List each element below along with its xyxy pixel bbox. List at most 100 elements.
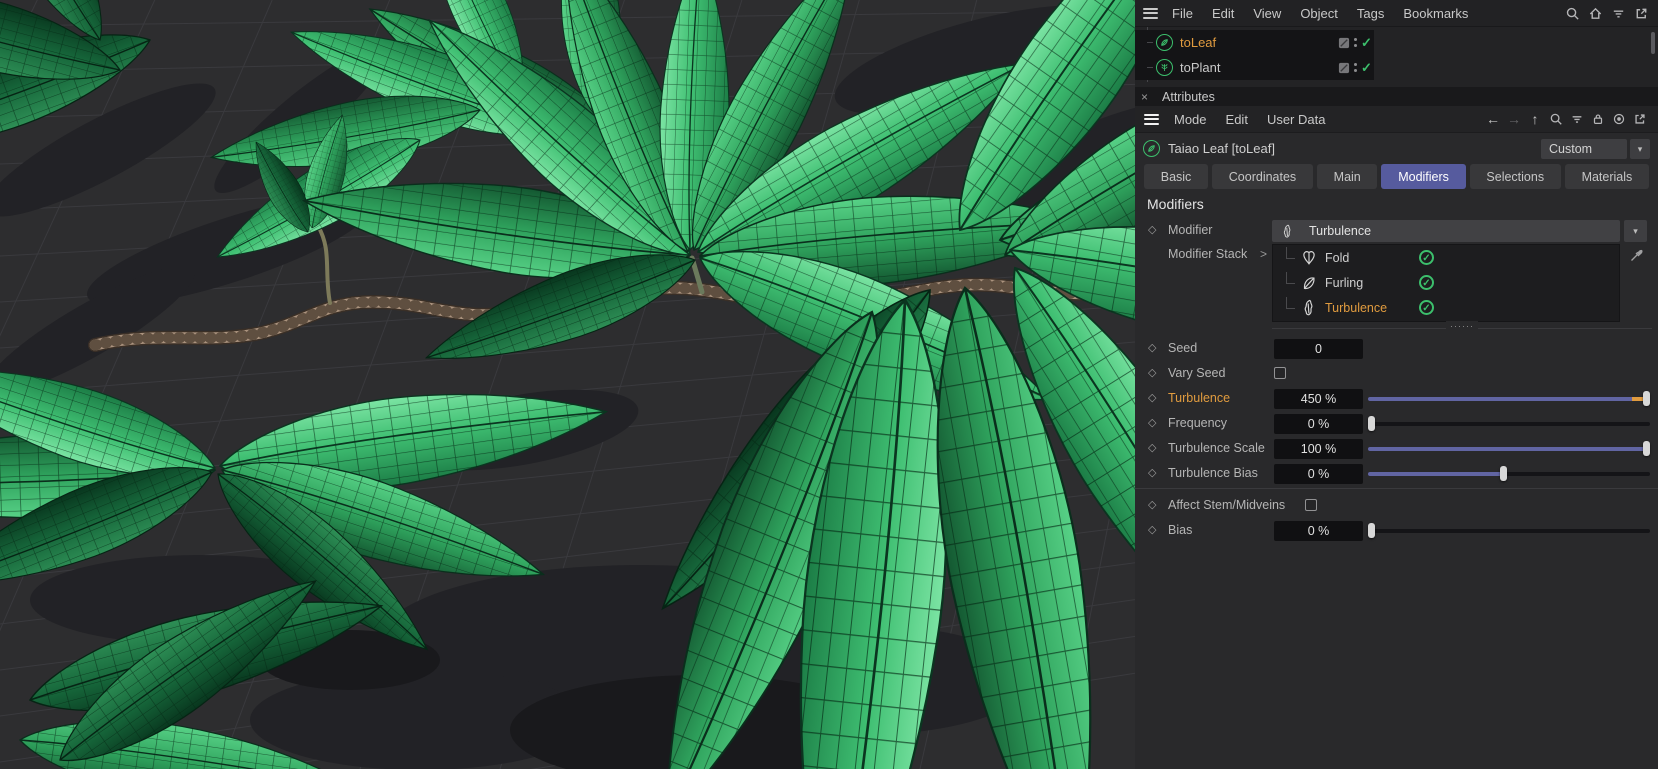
filter-icon[interactable]	[1568, 110, 1586, 128]
slider-knob[interactable]	[1643, 391, 1650, 406]
object-name[interactable]: toLeaf	[1180, 35, 1216, 50]
vary-seed-checkbox[interactable]	[1274, 367, 1286, 379]
param-row-seed: ◇ Seed 0	[1135, 338, 1658, 360]
turbulence-leaf-icon	[1280, 224, 1295, 239]
leaf-object-icon[interactable]	[1156, 34, 1173, 51]
leaf-object-icon	[1143, 140, 1160, 157]
search-icon[interactable]	[1547, 110, 1565, 128]
modifier-stack-row: Modifier Stack > Fold ✓ Furling ✓ Turbul…	[1135, 244, 1658, 324]
menu-edit[interactable]: Edit	[1226, 112, 1248, 127]
tree-branch-line	[1286, 296, 1295, 309]
diamond-icon: ◇	[1148, 392, 1157, 404]
chevron-right-icon[interactable]: >	[1260, 247, 1267, 261]
seed-input[interactable]: 0	[1274, 339, 1363, 359]
fold-leaf-icon	[1300, 249, 1318, 267]
diamond-icon: ◇	[1148, 224, 1157, 236]
menu-view[interactable]: View	[1253, 6, 1281, 21]
turbulence-leaf-icon	[1300, 299, 1318, 317]
bias-input[interactable]: 0 %	[1274, 521, 1363, 541]
home-icon[interactable]	[1586, 4, 1604, 22]
menu-edit[interactable]: Edit	[1212, 6, 1234, 21]
tab-modifiers[interactable]: Modifiers	[1381, 164, 1466, 189]
param-row-bias: ◇ Bias 0 %	[1135, 520, 1658, 542]
stack-item-turbulence[interactable]: Turbulence ✓	[1273, 295, 1619, 320]
hamburger-menu-icon[interactable]	[1144, 113, 1159, 125]
stack-item-name: Furling	[1325, 275, 1364, 290]
search-icon[interactable]	[1563, 4, 1581, 22]
object-name[interactable]: toPlant	[1180, 60, 1220, 75]
preset-dropdown[interactable]: Custom	[1541, 138, 1627, 159]
affect-stem-checkbox[interactable]	[1305, 499, 1317, 511]
enabled-check-icon[interactable]: ✓	[1361, 36, 1372, 49]
enabled-check-icon[interactable]: ✓	[1361, 61, 1372, 74]
furling-leaf-icon	[1300, 274, 1318, 292]
popout-icon[interactable]	[1631, 110, 1649, 128]
tab-selections[interactable]: Selections	[1469, 164, 1561, 189]
enabled-check-icon[interactable]: ✓	[1419, 300, 1434, 315]
panel-title: Attributes	[1162, 89, 1215, 104]
layer-icon[interactable]	[1337, 61, 1350, 74]
visibility-dots-icon[interactable]	[1354, 38, 1357, 47]
param-row-turbulence-bias: ◇ Turbulence Bias 0 %	[1135, 463, 1658, 485]
param-label: Vary Seed	[1168, 366, 1226, 380]
bias-slider[interactable]	[1368, 520, 1650, 542]
modifier-dropdown-arrow[interactable]: ▾	[1624, 220, 1647, 242]
frequency-slider[interactable]	[1368, 413, 1650, 435]
right-panel: File Edit View Object Tags Bookmarks toL…	[1135, 0, 1658, 769]
menu-file[interactable]: File	[1172, 6, 1193, 21]
object-row-toplant[interactable]: toPlant ✓	[1135, 55, 1374, 80]
eyedropper-icon[interactable]	[1629, 247, 1645, 263]
frequency-input[interactable]: 0 %	[1274, 414, 1363, 434]
turbulence-bias-input[interactable]: 0 %	[1274, 464, 1363, 484]
back-arrow-icon[interactable]: ←	[1484, 112, 1502, 126]
turbulence-bias-slider[interactable]	[1368, 463, 1650, 485]
slider-knob[interactable]	[1368, 523, 1375, 538]
menu-object[interactable]: Object	[1300, 6, 1338, 21]
popout-icon[interactable]	[1632, 4, 1650, 22]
slider-knob[interactable]	[1368, 416, 1375, 431]
turbulence-scale-input[interactable]: 100 %	[1274, 439, 1363, 459]
close-icon[interactable]: ×	[1141, 91, 1148, 103]
lock-icon[interactable]	[1589, 110, 1607, 128]
enabled-check-icon[interactable]: ✓	[1419, 250, 1434, 265]
object-row-toleaf[interactable]: toLeaf ✓	[1135, 30, 1374, 55]
diamond-icon: ◇	[1148, 467, 1157, 479]
menu-mode[interactable]: Mode	[1174, 112, 1207, 127]
layer-icon[interactable]	[1337, 36, 1350, 49]
diamond-icon: ◇	[1148, 442, 1157, 454]
target-icon[interactable]	[1610, 110, 1628, 128]
turbulence-slider[interactable]	[1368, 388, 1650, 410]
hamburger-menu-icon[interactable]	[1143, 7, 1158, 19]
menu-tags[interactable]: Tags	[1357, 6, 1384, 21]
visibility-dots-icon[interactable]	[1354, 63, 1357, 72]
menu-user-data[interactable]: User Data	[1267, 112, 1326, 127]
viewport-3d[interactable]	[0, 0, 1135, 769]
modifier-dropdown[interactable]: Turbulence	[1272, 220, 1620, 242]
attributes-menubar: Mode Edit User Data ← → ↑	[1135, 106, 1658, 133]
enabled-check-icon[interactable]: ✓	[1419, 275, 1434, 290]
tab-main[interactable]: Main	[1316, 164, 1378, 189]
section-title: Modifiers	[1147, 196, 1204, 212]
stack-item-fold[interactable]: Fold ✓	[1273, 245, 1619, 270]
param-label: Affect Stem/Midveins	[1168, 498, 1286, 512]
tab-materials[interactable]: Materials	[1564, 164, 1650, 189]
preset-dropdown-arrow[interactable]: ▾	[1630, 138, 1650, 159]
turbulence-input[interactable]: 450 %	[1274, 389, 1363, 409]
tab-coordinates[interactable]: Coordinates	[1212, 164, 1313, 189]
tree-branch-line	[1147, 67, 1153, 68]
menu-bookmarks[interactable]: Bookmarks	[1403, 6, 1468, 21]
diamond-icon: ◇	[1148, 499, 1157, 511]
scrollbar-thumb[interactable]	[1651, 32, 1655, 54]
plant-object-icon[interactable]	[1156, 59, 1173, 76]
slider-knob[interactable]	[1499, 466, 1507, 481]
forward-arrow-icon[interactable]: →	[1505, 112, 1523, 126]
tab-basic[interactable]: Basic	[1144, 164, 1209, 189]
turbulence-scale-slider[interactable]	[1368, 438, 1650, 460]
diamond-icon: ◇	[1148, 342, 1157, 354]
up-arrow-icon[interactable]: ↑	[1526, 112, 1544, 126]
slider-knob[interactable]	[1643, 441, 1650, 456]
stack-item-furling[interactable]: Furling ✓	[1273, 270, 1619, 295]
filter-icon[interactable]	[1609, 4, 1627, 22]
param-label: Turbulence Bias	[1168, 466, 1258, 480]
stack-item-name: Turbulence	[1325, 300, 1388, 315]
